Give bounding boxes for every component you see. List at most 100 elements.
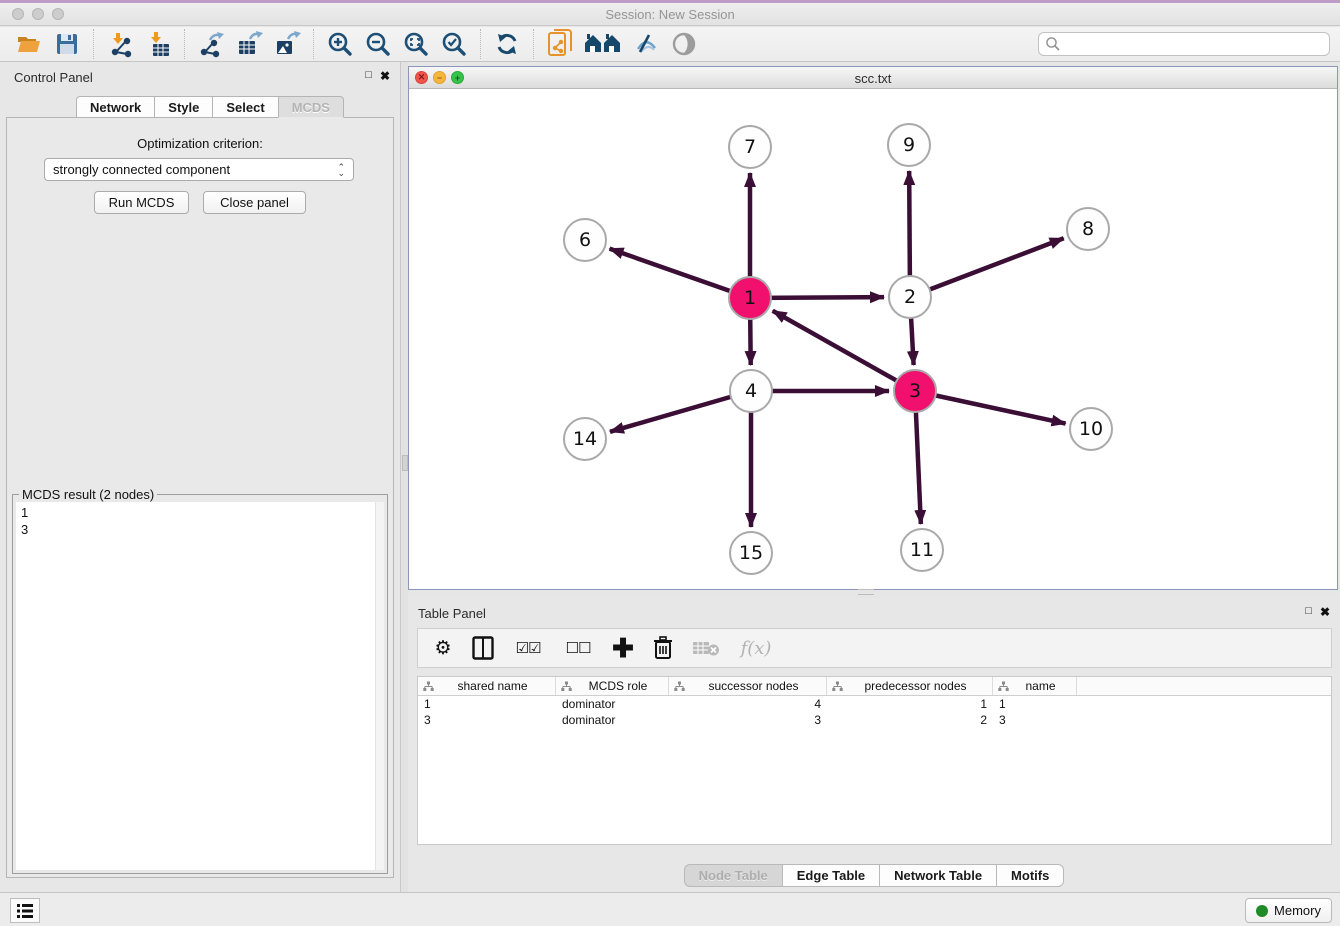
import-network-icon[interactable]	[103, 29, 137, 59]
close-panel-icon[interactable]: ✖	[380, 69, 390, 83]
network-canvas[interactable]: 7 9 6 8 1 2 4 3 14 10 15 11	[409, 89, 1337, 589]
control-panel-title: Control Panel	[14, 70, 93, 85]
select-all-icon[interactable]: ☑☑	[510, 635, 546, 661]
mcds-result-box[interactable]: 1 3	[16, 502, 384, 870]
control-panel: Control Panel □ ✖ NetworkStyleSelectMCDS…	[0, 62, 400, 892]
close-panel-button[interactable]: Close panel	[203, 191, 306, 214]
edge-3-10[interactable]	[915, 391, 1066, 424]
optimization-criterion-select[interactable]: strongly connected component ⌃⌄	[44, 158, 354, 181]
node-7[interactable]: 7	[728, 125, 772, 169]
first-neighbors-icon[interactable]	[581, 29, 625, 59]
column-header-MCDS-role[interactable]: MCDS role	[556, 677, 669, 695]
search-input[interactable]	[1061, 35, 1329, 53]
search-icon	[1045, 36, 1061, 52]
table-cell[interactable]: 1	[418, 697, 556, 711]
node-3[interactable]: 3	[893, 369, 937, 413]
panel-divider[interactable]	[400, 62, 408, 892]
close-table-panel-icon[interactable]: ✖	[1320, 605, 1330, 619]
zoom-fit-icon[interactable]	[399, 29, 433, 59]
float-table-panel-icon[interactable]: □	[1305, 605, 1312, 619]
zoom-selected-icon[interactable]	[437, 29, 471, 59]
tab-edge-table[interactable]: Edge Table	[782, 864, 879, 887]
toolbar-separator	[93, 29, 94, 59]
function-builder-icon[interactable]: f(x)	[736, 635, 776, 661]
export-image-icon[interactable]	[270, 29, 304, 59]
zoom-in-icon[interactable]	[323, 29, 357, 59]
node-9[interactable]: 9	[887, 123, 931, 167]
refresh-view-icon[interactable]	[490, 29, 524, 59]
add-column-icon[interactable]: ✚	[610, 635, 636, 661]
table-settings-icon[interactable]: ⚙	[430, 635, 456, 661]
horizontal-divider-grip[interactable]	[858, 589, 874, 595]
column-header-shared-name[interactable]: shared name	[418, 677, 556, 695]
optimization-criterion-label: Optimization criterion:	[0, 136, 400, 151]
export-network-icon[interactable]	[194, 29, 228, 59]
tab-node-table[interactable]: Node Table	[684, 864, 782, 887]
toolbar-separator	[533, 29, 534, 59]
table-row[interactable]: 3dominator323	[418, 712, 1331, 728]
node-14[interactable]: 14	[563, 417, 607, 461]
column-header-predecessor-nodes[interactable]: predecessor nodes	[827, 677, 993, 695]
float-panel-icon[interactable]: □	[365, 69, 372, 83]
memory-label: Memory	[1274, 903, 1321, 918]
show-columns-icon[interactable]	[470, 635, 496, 661]
hide-selected-icon[interactable]	[629, 29, 663, 59]
table-cell[interactable]: dominator	[556, 713, 669, 727]
tab-motifs[interactable]: Motifs	[996, 864, 1064, 887]
duplicate-network-icon[interactable]	[543, 29, 577, 59]
node-2[interactable]: 2	[888, 275, 932, 319]
table-cell[interactable]: 2	[827, 713, 993, 727]
toolbar-separator	[184, 29, 185, 59]
tab-network-table[interactable]: Network Table	[879, 864, 996, 887]
open-file-icon[interactable]	[12, 29, 46, 59]
run-mcds-button[interactable]: Run MCDS	[94, 191, 189, 214]
network-window-titlebar[interactable]: ✕ − + scc.txt	[409, 67, 1337, 89]
zoom-out-icon[interactable]	[361, 29, 395, 59]
tab-mcds[interactable]: MCDS	[278, 96, 344, 118]
column-header-name[interactable]: name	[993, 677, 1077, 695]
node-1[interactable]: 1	[728, 276, 772, 320]
table-cell[interactable]: 1	[993, 697, 1077, 711]
memory-status-icon	[1256, 905, 1268, 917]
delete-column-icon[interactable]	[650, 635, 676, 661]
node-10[interactable]: 10	[1069, 407, 1113, 451]
mcds-result-values: 1 3	[16, 502, 384, 540]
import-table-icon[interactable]	[141, 29, 175, 59]
node-11[interactable]: 11	[900, 528, 944, 572]
table-cell[interactable]: 4	[669, 697, 827, 711]
tab-select[interactable]: Select	[212, 96, 277, 118]
delete-table-icon[interactable]	[690, 635, 722, 661]
mcds-result-scrollbar[interactable]	[375, 502, 384, 870]
tab-network[interactable]: Network	[76, 96, 154, 118]
table-cell[interactable]: 3	[993, 713, 1077, 727]
node-8[interactable]: 8	[1066, 207, 1110, 251]
save-session-icon[interactable]	[50, 29, 84, 59]
table-cell[interactable]: 3	[669, 713, 827, 727]
unselect-all-icon[interactable]: ☐☐	[560, 635, 596, 661]
search-box[interactable]	[1038, 32, 1330, 56]
graph-edges	[409, 89, 1337, 589]
table-panel: Table Panel □ ✖ ⚙ ☑☑ ☐☐ ✚ f(x) shared na…	[408, 598, 1340, 892]
network-view-window: ✕ − + scc.txt 7 9 6 8 1 2 4 3 14 10 15 11	[408, 66, 1338, 590]
task-history-button[interactable]	[10, 898, 40, 923]
node-6[interactable]: 6	[563, 218, 607, 262]
control-panel-tabs: NetworkStyleSelectMCDS	[76, 96, 344, 118]
export-table-icon[interactable]	[232, 29, 266, 59]
table-cell[interactable]: 1	[827, 697, 993, 711]
node-table[interactable]: shared nameMCDS rolesuccessor nodesprede…	[417, 676, 1332, 845]
table-cell[interactable]: dominator	[556, 697, 669, 711]
tab-style[interactable]: Style	[154, 96, 212, 118]
select-spinner-icon: ⌃⌄	[337, 164, 345, 176]
session-title: Session: New Session	[0, 7, 1340, 22]
table-row[interactable]: 1dominator411	[418, 696, 1331, 712]
control-panel-header: Control Panel □ ✖	[0, 62, 400, 90]
status-bar: Memory	[0, 892, 1340, 926]
edge-2-8[interactable]	[910, 238, 1064, 297]
node-4[interactable]: 4	[729, 369, 773, 413]
show-all-eye-icon[interactable]	[667, 29, 701, 59]
table-cell[interactable]: 3	[418, 713, 556, 727]
edge-3-1[interactable]	[773, 311, 915, 391]
node-15[interactable]: 15	[729, 531, 773, 575]
memory-button[interactable]: Memory	[1245, 898, 1332, 923]
column-header-successor-nodes[interactable]: successor nodes	[669, 677, 827, 695]
